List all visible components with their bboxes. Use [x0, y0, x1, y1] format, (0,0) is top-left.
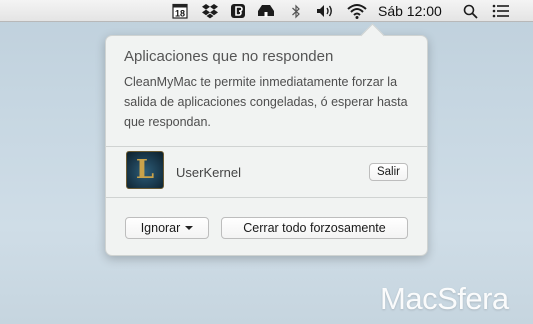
- watermark: MacSfera: [380, 281, 509, 316]
- calendar-day-text: 18: [175, 9, 185, 19]
- calendar-icon[interactable]: 18: [171, 0, 189, 22]
- force-quit-all-button[interactable]: Cerrar todo forzosamente: [221, 217, 408, 239]
- league-of-legends-icon: L: [126, 151, 164, 189]
- popover-description: CleanMyMac te permite inmediatamente for…: [124, 75, 408, 129]
- popover-arrow: [360, 23, 385, 48]
- cleanmymac-icon[interactable]: [255, 0, 277, 22]
- divider: [106, 197, 427, 198]
- unresponsive-apps-popover: Aplicaciones que no responden CleanMyMac…: [105, 23, 428, 256]
- app-name: UserKernel: [176, 165, 242, 180]
- menu-bar: 18 Sáb 12:00: [0, 0, 533, 22]
- ignore-dropdown-button[interactable]: Ignorar: [125, 217, 209, 239]
- search-icon[interactable]: [461, 0, 479, 22]
- evernote-icon[interactable]: [229, 0, 247, 22]
- chevron-down-icon: [185, 226, 194, 230]
- quit-app-button[interactable]: Salir: [369, 163, 408, 181]
- bluetooth-icon[interactable]: [289, 0, 303, 22]
- wifi-icon[interactable]: [345, 0, 369, 22]
- divider: [106, 146, 427, 147]
- menu-clock[interactable]: Sáb 12:00: [378, 0, 442, 22]
- volume-icon[interactable]: [315, 0, 337, 22]
- app-icon-letter: L: [135, 155, 155, 185]
- popover-title: Aplicaciones que no responden: [124, 48, 334, 65]
- dropbox-icon[interactable]: [200, 0, 220, 22]
- list-icon[interactable]: [490, 0, 512, 22]
- ignore-label: Ignorar: [140, 221, 181, 235]
